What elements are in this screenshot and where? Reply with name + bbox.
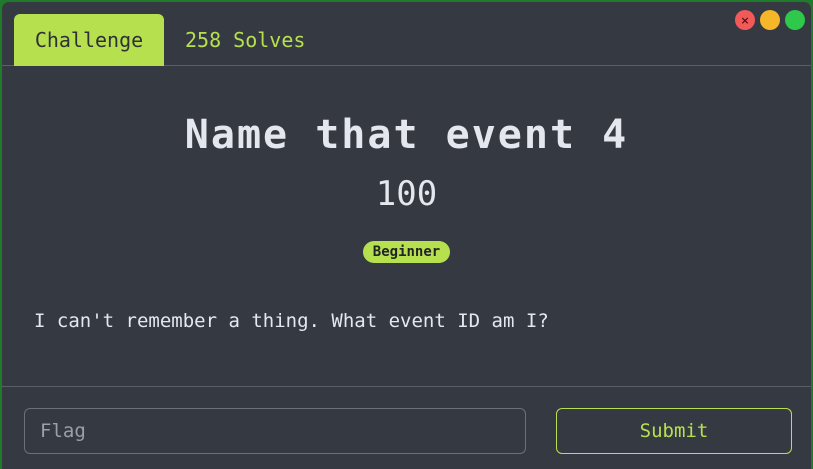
challenge-window: Challenge 258 Solves × Name that event 4… — [2, 2, 811, 469]
window-controls: × — [735, 10, 805, 30]
category-badge: Beginner — [362, 241, 451, 263]
submission-footer: Submit — [2, 386, 811, 469]
minimize-icon[interactable] — [760, 10, 780, 30]
tab-bar: Challenge 258 Solves × — [2, 2, 811, 66]
maximize-icon[interactable] — [785, 10, 805, 30]
challenge-points: 100 — [375, 174, 438, 214]
category-badge-container: Beginner — [2, 241, 811, 263]
close-icon[interactable]: × — [735, 10, 755, 30]
challenge-title: Name that event 4 — [184, 112, 629, 158]
submit-button[interactable]: Submit — [556, 408, 792, 454]
challenge-description: I can't remember a thing. What event ID … — [34, 310, 549, 332]
tab-challenge[interactable]: Challenge — [14, 14, 164, 66]
flag-input[interactable] — [24, 408, 526, 454]
tab-solves[interactable]: 258 Solves — [170, 14, 310, 66]
